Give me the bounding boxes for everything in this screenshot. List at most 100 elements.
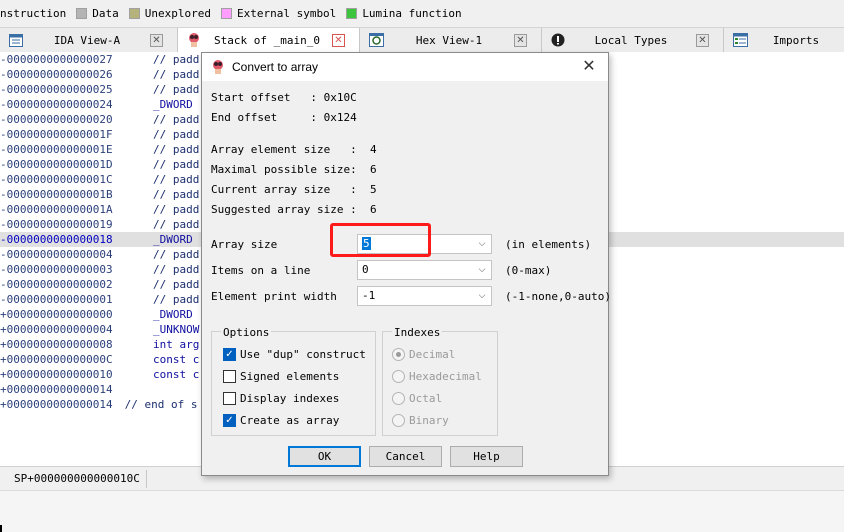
tab-local-types[interactable]: Local Types ✕	[542, 28, 724, 52]
line-address: -000000000000001F	[0, 128, 113, 141]
legend-swatch	[220, 8, 232, 19]
close-icon[interactable]: ✕	[150, 33, 163, 47]
current-size-text: Current array size : 5	[211, 183, 377, 196]
legend-item-data: Data	[76, 7, 119, 20]
checkbox-checked-icon: ✓	[223, 348, 236, 361]
line-address: -0000000000000020	[0, 113, 113, 126]
listing-line[interactable]: +0000000000000004 _UNKNOW	[0, 322, 199, 337]
items-on-line-hint: (0-max)	[505, 264, 552, 277]
ok-button[interactable]: OK	[288, 446, 361, 467]
line-address: -000000000000001D	[0, 158, 113, 171]
listing-line[interactable]: -0000000000000027 // padd	[0, 52, 199, 67]
listing-line[interactable]: -0000000000000004 // padd	[0, 247, 199, 262]
tab-imports[interactable]: Imports	[724, 28, 844, 52]
listing-line[interactable]: -000000000000001B // padd	[0, 187, 199, 202]
listing-line[interactable]: +000000000000000C const c	[0, 352, 199, 367]
items-on-line-combo[interactable]: 0 ⌵	[357, 260, 492, 280]
tab-label: IDA View-A	[53, 33, 121, 47]
items-on-line-value: 0	[362, 263, 369, 276]
line-text: // padd	[153, 248, 200, 261]
line-address: -0000000000000019	[0, 218, 113, 231]
create-as-array-checkbox[interactable]: ✓ Create as array	[223, 414, 339, 427]
print-width-combo[interactable]: -1 ⌵	[357, 286, 492, 306]
listing-line[interactable]: -000000000000001A // padd	[0, 202, 199, 217]
line-address: +0000000000000004	[0, 323, 113, 336]
tab-hex-view-1[interactable]: Hex View-1 ✕	[360, 28, 542, 52]
listing-line[interactable]: -000000000000001F // padd	[0, 127, 199, 142]
signed-elements-checkbox[interactable]: Signed elements	[223, 370, 339, 383]
radio-unselected-icon	[392, 414, 405, 427]
listing-line[interactable]: -0000000000000019 // padd	[0, 217, 199, 232]
items-on-line-label: Items on a line	[211, 264, 311, 277]
listing-line[interactable]: +0000000000000010 const c	[0, 367, 199, 382]
legend-swatch	[346, 8, 358, 19]
checkbox-label: Use "dup" construct	[240, 348, 366, 361]
options-group: Options ✓ Use "dup" construct Signed elem…	[211, 326, 376, 436]
legend-item-instruction: nstruction	[0, 7, 66, 20]
tab-ida-view-a[interactable]: IDA View-A ✕	[0, 28, 178, 52]
legend-label: nstruction	[0, 7, 67, 20]
text-cursor	[0, 525, 2, 532]
line-address: -000000000000001E	[0, 143, 113, 156]
listing-line[interactable]: -0000000000000001 // padd	[0, 292, 199, 307]
close-icon[interactable]: ✕	[514, 33, 527, 47]
line-text: // padd	[153, 158, 200, 171]
radio-decimal: Decimal	[392, 348, 455, 361]
line-text: _DWORD	[153, 233, 193, 246]
ida-view-icon	[8, 32, 24, 48]
help-button[interactable]: Help	[450, 446, 523, 467]
close-icon[interactable]: ✕	[332, 33, 345, 47]
line-address: -0000000000000025	[0, 83, 113, 96]
listing-line[interactable]: -0000000000000025 // padd	[0, 82, 199, 97]
listing-line[interactable]: -0000000000000026 // padd	[0, 67, 199, 82]
checkbox-unchecked-icon	[223, 392, 236, 405]
dialog-titlebar: Convert to array ✕	[202, 53, 608, 81]
line-address: -0000000000000003	[0, 263, 113, 276]
use-dup-checkbox[interactable]: ✓ Use "dup" construct	[223, 348, 366, 361]
chevron-down-icon[interactable]: ⌵	[477, 261, 487, 279]
suggested-size-text: Suggested array size : 6	[211, 203, 377, 216]
chevron-down-icon[interactable]: ⌵	[477, 287, 487, 305]
listing-line[interactable]: -000000000000001D // padd	[0, 157, 199, 172]
line-text: // padd	[153, 128, 200, 141]
close-icon[interactable]: ✕	[696, 33, 709, 47]
listing-line[interactable]: -0000000000000003 // padd	[0, 262, 199, 277]
legend-label: Unexplored	[144, 7, 211, 20]
listing-line[interactable]: -0000000000000024 _DWORD	[0, 97, 193, 112]
indexes-group: Indexes Decimal Hexadecimal Octal Binary	[382, 326, 498, 436]
listing-line[interactable]: -000000000000001E // padd	[0, 142, 199, 157]
line-address: -0000000000000001	[0, 293, 113, 306]
checkbox-label: Display indexes	[240, 392, 340, 405]
listing-line[interactable]: +0000000000000014 // end of s	[0, 397, 197, 412]
checkbox-label: Create as array	[240, 414, 340, 427]
line-text: // padd	[153, 263, 200, 276]
cancel-button[interactable]: Cancel	[369, 446, 442, 467]
display-indexes-checkbox[interactable]: Display indexes	[223, 392, 339, 405]
legend-item-lumina-function: Lumina function	[346, 7, 462, 20]
close-icon[interactable]: ✕	[580, 57, 598, 75]
listing-line[interactable]: +0000000000000000 _DWORD	[0, 307, 193, 322]
legend-label: External symbol	[236, 7, 337, 20]
stack-frame-icon	[186, 32, 202, 48]
listing-line[interactable]: -0000000000000020 // padd	[0, 112, 199, 127]
start-offset-text: Start offset : 0x10C	[211, 91, 357, 104]
output-pane	[0, 490, 844, 532]
tab-stack-of-main[interactable]: Stack of _main_0 ✕	[178, 28, 360, 52]
print-width-label: Element print width	[211, 290, 337, 303]
line-address: -000000000000001A	[0, 203, 113, 216]
line-address: -0000000000000026	[0, 68, 113, 81]
chevron-down-icon[interactable]: ⌵	[477, 235, 487, 253]
tab-label: Local Types	[594, 33, 668, 47]
listing-line[interactable]: +0000000000000008 int arg	[0, 337, 199, 352]
listing-line[interactable]: -000000000000001C // padd	[0, 172, 199, 187]
legend-label: Data	[92, 7, 119, 20]
listing-line[interactable]: -0000000000000002 // padd	[0, 277, 199, 292]
listing-line[interactable]: +0000000000000014	[0, 382, 113, 397]
max-size-text: Maximal possible size: 6	[211, 163, 377, 176]
line-address: -0000000000000018	[0, 233, 113, 246]
tab-label: Stack of _main_0	[214, 33, 320, 47]
element-size-text: Array element size : 4	[211, 143, 377, 156]
indexes-title: Indexes	[392, 326, 443, 339]
tab-label: Hex View-1	[415, 33, 483, 47]
imports-icon	[732, 32, 748, 48]
